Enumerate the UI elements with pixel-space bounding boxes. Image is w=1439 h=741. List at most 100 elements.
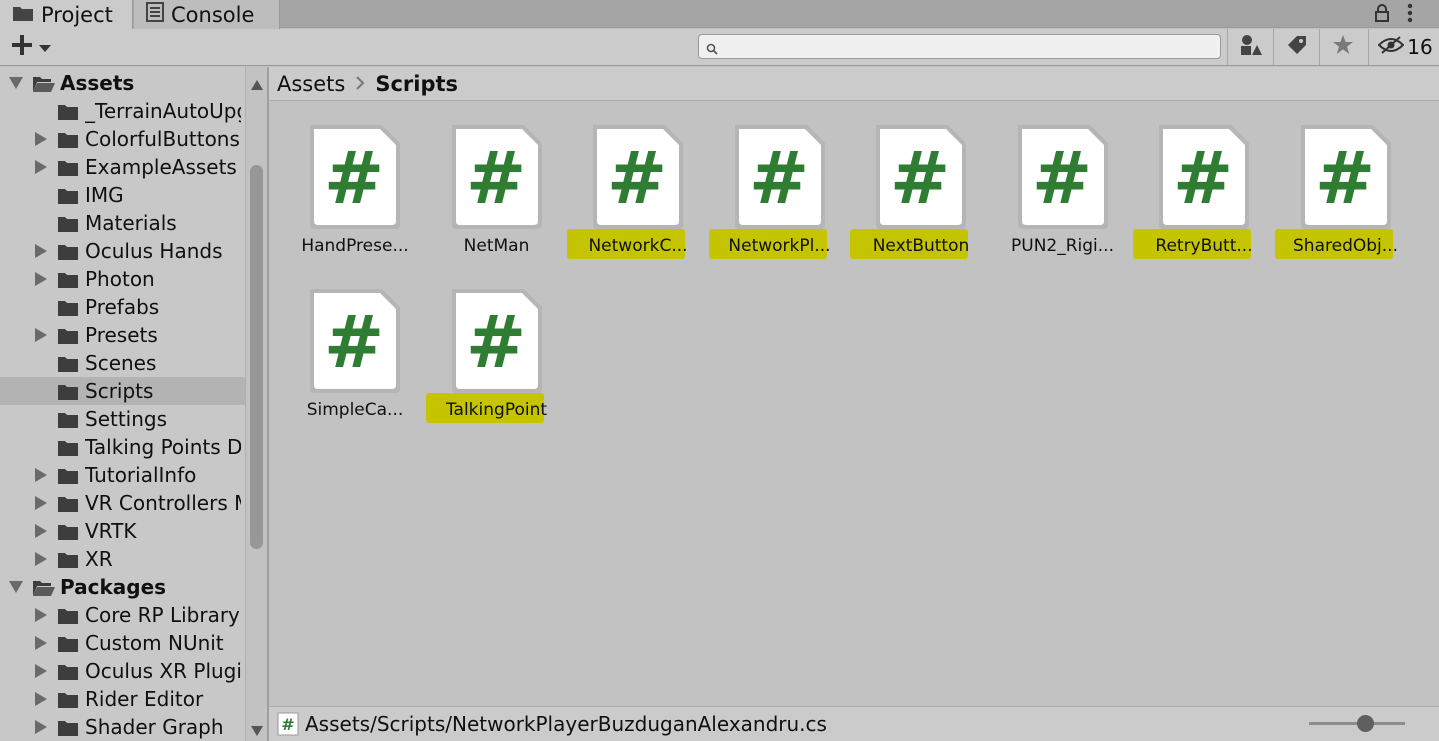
open-folder-icon: [32, 578, 56, 602]
project-toolbar: 16: [0, 29, 1439, 66]
tree-item-prefabs[interactable]: Prefabs: [0, 293, 245, 321]
folder-icon: [57, 522, 79, 546]
scroll-down-icon[interactable]: [251, 721, 263, 740]
svg-text:#: #: [465, 136, 525, 220]
create-button[interactable]: [10, 34, 58, 60]
svg-text:#: #: [281, 715, 294, 734]
tree-item-rider-editor[interactable]: Rider Editor: [0, 685, 245, 713]
asset-script-item[interactable]: # NetworkC...: [567, 102, 709, 262]
folder-icon: [57, 606, 79, 630]
folder-icon: [57, 242, 79, 266]
breadcrumb-scripts[interactable]: Scripts: [375, 72, 458, 96]
tab-project[interactable]: Project: [0, 0, 133, 29]
tree-item-shader-graph[interactable]: Shader Graph: [0, 713, 245, 741]
tree-item-vr-controllers-m[interactable]: VR Controllers M: [0, 489, 245, 517]
collapsed-arrow-icon[interactable]: [34, 496, 48, 510]
lock-icon[interactable]: [1373, 3, 1391, 27]
expanded-arrow-icon[interactable]: [9, 580, 23, 594]
asset-script-item[interactable]: # NetMan: [426, 102, 568, 262]
tree-item-exampleassets[interactable]: ExampleAssets: [0, 153, 245, 181]
tree-item-oculus-xr-plugi[interactable]: Oculus XR Plugi: [0, 657, 245, 685]
asset-script-item[interactable]: # HandPrese...: [284, 102, 426, 262]
tree-item-photon[interactable]: Photon: [0, 265, 245, 293]
tree-item-oculus-hands[interactable]: Oculus Hands: [0, 237, 245, 265]
tree-item-label: Presets: [85, 323, 158, 347]
collapsed-arrow-icon[interactable]: [34, 328, 48, 342]
tree-item-label: Packages: [60, 575, 167, 599]
filter-by-type-icon: [1239, 33, 1263, 61]
scroll-up-icon[interactable]: [251, 75, 263, 94]
tree-item-terrainautoupgrade[interactable]: _TerrainAutoUpgrade: [0, 97, 245, 125]
tree-item-custom-nunit[interactable]: Custom NUnit: [0, 629, 245, 657]
tree-item-packages[interactable]: Packages: [0, 573, 245, 601]
collapsed-arrow-icon[interactable]: [34, 272, 48, 286]
asset-script-item[interactable]: # SharedObj...: [1274, 102, 1417, 262]
search-by-label-button[interactable]: [1273, 29, 1319, 65]
tree-scrollbar[interactable]: [245, 67, 267, 741]
status-footer: # Assets/Scripts/NetworkPlayerBuzduganAl…: [269, 706, 1439, 741]
asset-script-item[interactable]: # NetworkPl...: [708, 102, 851, 262]
collapsed-arrow-icon[interactable]: [34, 636, 48, 650]
asset-script-item[interactable]: # PUN2_Rigi...: [992, 102, 1134, 262]
csharp-script-icon: #: [1014, 121, 1112, 231]
collapsed-arrow-icon[interactable]: [34, 524, 48, 538]
search-by-type-button[interactable]: [1227, 29, 1273, 65]
tree-item-label: TutorialInfo: [85, 463, 197, 487]
tab-console[interactable]: Console: [134, 0, 280, 29]
tree-item-talking-points-d[interactable]: Talking Points D: [0, 433, 245, 461]
tree-item-tutorialinfo[interactable]: TutorialInfo: [0, 461, 245, 489]
svg-text:#: #: [1314, 136, 1374, 220]
expanded-arrow-icon[interactable]: [9, 76, 23, 90]
tree-item-core-rp-library[interactable]: Core RP Library: [0, 601, 245, 629]
tree-item-settings[interactable]: Settings: [0, 405, 245, 433]
svg-text:#: #: [324, 300, 384, 384]
collapsed-arrow-icon[interactable]: [34, 720, 48, 734]
asset-script-item[interactable]: # TalkingPoint: [425, 266, 568, 426]
svg-text:#: #: [1173, 136, 1233, 220]
breadcrumb-assets[interactable]: Assets: [277, 72, 345, 96]
asset-script-item[interactable]: # SimpleCa...: [284, 266, 426, 426]
asset-grid: # HandPrese... # NetMan # NetworkC... # Network…: [269, 102, 1439, 705]
csharp-script-icon: #: [448, 121, 546, 231]
tree-item-assets[interactable]: Assets: [0, 69, 245, 97]
tree-item-img[interactable]: IMG: [0, 181, 245, 209]
asset-script-item[interactable]: # RetryButt...: [1133, 102, 1275, 262]
tree-item-label: Materials: [85, 211, 177, 235]
collapsed-arrow-icon[interactable]: [34, 664, 48, 678]
scrollbar-thumb[interactable]: [250, 165, 263, 549]
tree-item-colorfulbuttons[interactable]: ColorfulButtons: [0, 125, 245, 153]
favorites-button[interactable]: [1319, 29, 1365, 65]
folder-icon: [57, 494, 79, 518]
tree-item-scripts[interactable]: Scripts: [0, 377, 245, 405]
collapsed-arrow-icon[interactable]: [34, 244, 48, 258]
kebab-menu-icon[interactable]: [1405, 2, 1415, 28]
collapsed-arrow-icon[interactable]: [34, 552, 48, 566]
icon-size-slider[interactable]: [1309, 715, 1405, 732]
hidden-packages-button[interactable]: 16: [1368, 29, 1439, 65]
collapsed-arrow-icon[interactable]: [34, 160, 48, 174]
tree-item-scenes[interactable]: Scenes: [0, 349, 245, 377]
tree-item-vrtk[interactable]: VRTK: [0, 517, 245, 545]
search-field[interactable]: [698, 34, 1221, 59]
tag-icon: [1286, 34, 1308, 60]
slider-knob[interactable]: [1357, 715, 1374, 732]
collapsed-arrow-icon[interactable]: [34, 468, 48, 482]
folder-icon: [57, 102, 79, 126]
collapsed-arrow-icon[interactable]: [34, 608, 48, 622]
svg-text:#: #: [748, 136, 808, 220]
folder-icon: [57, 270, 79, 294]
search-input[interactable]: [723, 36, 1213, 57]
tree-item-xr[interactable]: XR: [0, 545, 245, 573]
csharp-script-icon: #: [306, 121, 404, 231]
asset-name: PUN2_Rigi...: [1011, 236, 1114, 256]
tree-item-label: Photon: [85, 267, 155, 291]
collapsed-arrow-icon[interactable]: [34, 692, 48, 706]
asset-name: NetworkC...: [588, 236, 688, 256]
csharp-script-icon: #: [872, 121, 970, 231]
tree-item-materials[interactable]: Materials: [0, 209, 245, 237]
collapsed-arrow-icon[interactable]: [34, 132, 48, 146]
tree-item-presets[interactable]: Presets: [0, 321, 245, 349]
asset-script-item[interactable]: # NextButton: [850, 102, 992, 262]
tree-item-label: Settings: [85, 407, 168, 431]
csharp-script-icon: #: [448, 285, 546, 395]
